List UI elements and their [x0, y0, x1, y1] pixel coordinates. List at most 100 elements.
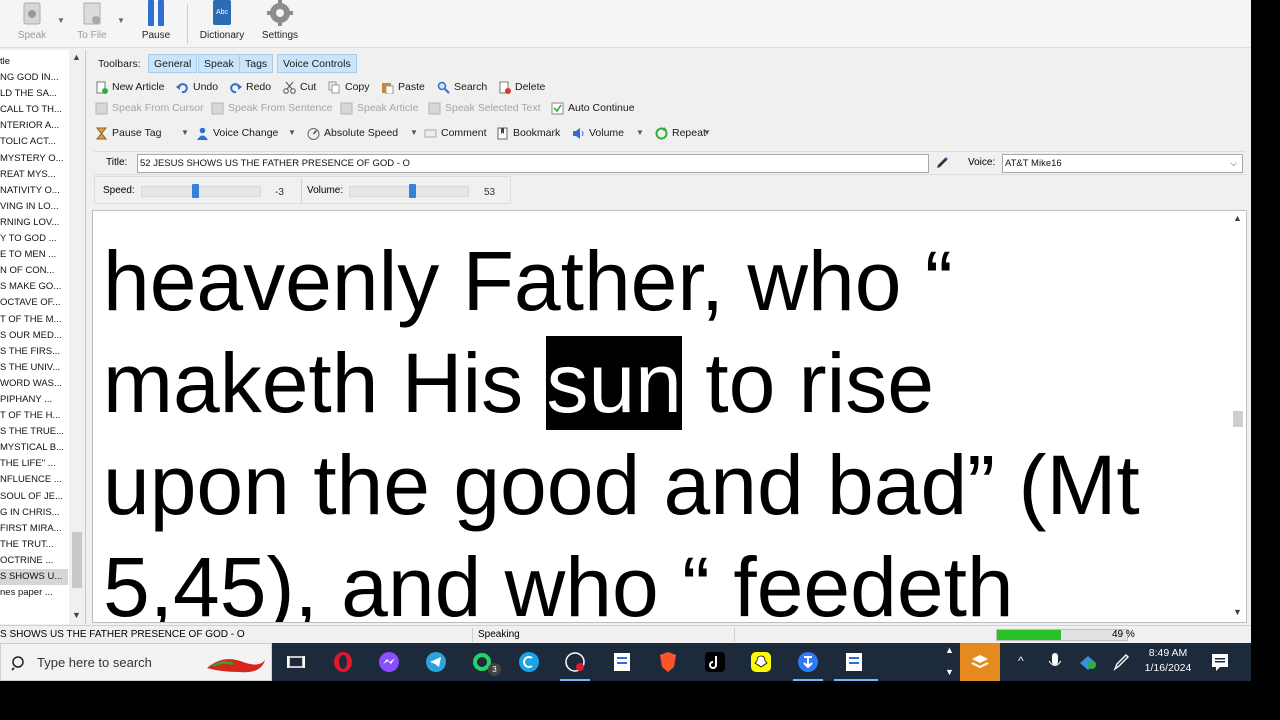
scroll-down-icon[interactable]: ▼ — [72, 610, 81, 620]
reading-area[interactable]: heavenly Father, who “ maketh His sun to… — [92, 210, 1247, 623]
tray-app-tile[interactable] — [960, 643, 1000, 681]
delete-button[interactable]: Delete — [498, 78, 545, 96]
list-item[interactable]: REAT MYS... — [0, 167, 68, 183]
fdm-icon[interactable] — [797, 651, 819, 673]
list-item[interactable]: SOUL OF JE... — [0, 489, 68, 505]
list-item[interactable]: WORD WAS... — [0, 376, 68, 392]
article-list[interactable]: tle NG GOD IN... LD THE SA... CALL TO TH...… — [0, 54, 68, 643]
auto-continue-button[interactable]: Auto Continue — [551, 99, 635, 117]
redo-button[interactable]: Redo — [229, 78, 271, 96]
list-item[interactable]: LD THE SA... — [0, 86, 68, 102]
task-view-icon[interactable] — [285, 651, 307, 673]
list-item[interactable]: NATIVITY O... — [0, 183, 68, 199]
telegram-icon[interactable] — [425, 651, 447, 673]
voice-change-caret-icon[interactable]: ▼ — [288, 124, 296, 142]
volume-caret-icon[interactable]: ▼ — [636, 124, 644, 142]
list-item[interactable]: N OF CON... — [0, 263, 68, 279]
tab-general[interactable]: General — [148, 54, 198, 73]
list-item[interactable]: S MAKE GO... — [0, 279, 68, 295]
absolute-speed-button[interactable]: Absolute Speed ▼ — [307, 124, 418, 142]
network-icon[interactable] — [1078, 651, 1098, 673]
reader-scrollbar[interactable]: ▲ ▼ — [1230, 211, 1246, 622]
voice-change-button[interactable]: Voice Change ▼ — [196, 124, 296, 142]
title-field[interactable]: 52 JESUS SHOWS US THE FATHER PRESENCE OF… — [137, 154, 929, 173]
list-item[interactable]: CALL TO TH... — [0, 102, 68, 118]
speak-caret-icon[interactable]: ▼ — [57, 16, 65, 25]
pen-menu-icon[interactable] — [1112, 651, 1132, 673]
list-item[interactable]: OCTAVE OF... — [0, 295, 68, 311]
sidebar-scroll-thumb[interactable] — [72, 532, 82, 588]
notifications-icon[interactable] — [1210, 651, 1230, 673]
list-item[interactable]: Y TO GOD ... — [0, 231, 68, 247]
speak-article-button[interactable]: Speak Article — [340, 99, 418, 117]
text-to-speech-app-icon[interactable] — [843, 651, 865, 673]
undo-button[interactable]: Undo — [176, 78, 218, 96]
list-item[interactable]: G IN CHRIS... — [0, 505, 68, 521]
reader-app-icon[interactable] — [611, 651, 633, 673]
list-item[interactable]: PIPHANY ... — [0, 392, 68, 408]
reader-scroll-thumb[interactable] — [1233, 411, 1243, 427]
opera-icon[interactable] — [332, 651, 354, 673]
list-item[interactable]: MYSTICAL B... — [0, 440, 68, 456]
settings-button[interactable]: Settings — [258, 0, 302, 46]
absolute-speed-caret-icon[interactable]: ▼ — [410, 124, 418, 142]
speak-from-cursor-button[interactable]: Speak From Cursor — [95, 99, 204, 117]
microphone-icon[interactable] — [1046, 651, 1064, 673]
scroll-up-icon[interactable]: ▲ — [72, 52, 81, 62]
search-button[interactable]: Search — [437, 78, 487, 96]
repeat-button[interactable]: Repeat ▼ — [655, 124, 711, 142]
to-file-caret-icon[interactable]: ▼ — [117, 16, 125, 25]
list-header[interactable]: tle — [0, 54, 68, 70]
list-item[interactable]: S THE UNIV... — [0, 360, 68, 376]
scroll-up-icon[interactable]: ▲ — [945, 645, 954, 655]
reading-text[interactable]: heavenly Father, who “ maketh His sun to… — [103, 211, 1233, 622]
show-hidden-icons-icon[interactable]: ^ — [1018, 654, 1024, 668]
list-item[interactable]: S SHOWS U... — [0, 569, 68, 586]
screen-recorder-icon[interactable] — [564, 651, 586, 673]
pause-tag-button[interactable]: Pause Tag ▼ — [95, 124, 189, 142]
volume-slider-thumb[interactable] — [409, 184, 416, 198]
speak-button[interactable]: Speak — [12, 0, 52, 46]
tab-voice-controls[interactable]: Voice Controls — [277, 54, 357, 73]
system-clock[interactable]: 8:49 AM 1/16/2024 — [1140, 646, 1196, 676]
comment-button[interactable]: Comment — [424, 124, 487, 142]
speak-from-sentence-button[interactable]: Speak From Sentence — [211, 99, 332, 117]
list-item[interactable]: MYSTERY O... — [0, 151, 68, 167]
tab-speak[interactable]: Speak — [198, 54, 240, 73]
list-item[interactable]: S OUR MED... — [0, 328, 68, 344]
volume-slider[interactable] — [349, 184, 469, 198]
list-item[interactable]: NFLUENCE ... — [0, 472, 68, 488]
list-item[interactable]: THE LIFE" ... — [0, 456, 68, 472]
pen-icon[interactable] — [934, 155, 950, 171]
list-item[interactable]: T OF THE H... — [0, 408, 68, 424]
list-item[interactable]: S THE TRUE... — [0, 424, 68, 440]
speak-selected-text-button[interactable]: Speak Selected Text — [428, 99, 541, 117]
sidebar-scrollbar[interactable]: ▲ ▼ — [69, 50, 85, 624]
list-item[interactable]: VING IN LO... — [0, 199, 68, 215]
messenger-icon[interactable] — [378, 651, 400, 673]
list-item[interactable]: NG GOD IN... — [0, 70, 68, 86]
list-item[interactable]: THE TRUT... — [0, 537, 68, 553]
pause-button[interactable]: Pause — [138, 0, 174, 46]
cut-button[interactable]: Cut — [283, 78, 316, 96]
list-item[interactable]: nes paper ... — [0, 585, 68, 601]
speed-slider-thumb[interactable] — [192, 184, 199, 198]
paste-button[interactable]: Paste — [381, 78, 425, 96]
canva-icon[interactable] — [518, 651, 540, 673]
list-item[interactable]: T OF THE M... — [0, 312, 68, 328]
list-item[interactable]: OCTRINE ... — [0, 553, 68, 569]
brave-icon[interactable] — [657, 651, 679, 673]
to-file-button[interactable]: To File — [72, 0, 112, 46]
list-item[interactable]: S THE FIRS... — [0, 344, 68, 360]
reader-scroll-down-icon[interactable]: ▼ — [1233, 607, 1242, 617]
list-item[interactable]: RNING LOV... — [0, 215, 68, 231]
list-item[interactable]: TOLIC ACT... — [0, 134, 68, 150]
reader-scroll-up-icon[interactable]: ▲ — [1233, 213, 1242, 223]
pause-tag-caret-icon[interactable]: ▼ — [181, 124, 189, 142]
scroll-down-icon[interactable]: ▼ — [945, 667, 954, 677]
bookmark-button[interactable]: Bookmark — [496, 124, 560, 142]
speed-slider[interactable] — [141, 184, 261, 198]
volume-button[interactable]: Volume ▼ — [572, 124, 644, 142]
dictionary-button[interactable]: Abc Dictionary — [196, 0, 248, 46]
list-item[interactable]: NTERIOR A... — [0, 118, 68, 134]
